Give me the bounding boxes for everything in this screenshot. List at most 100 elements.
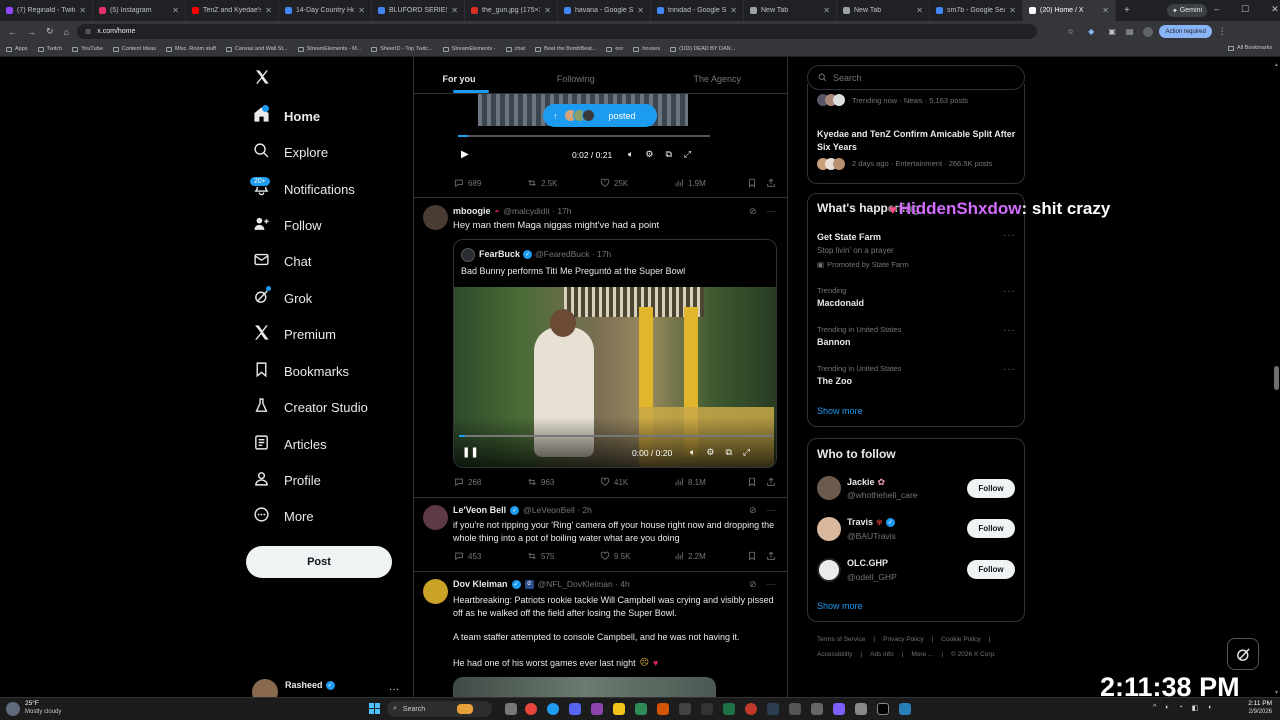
footer-link[interactable]: More ... (911, 651, 933, 658)
bookmark-item[interactable]: YouTube (72, 46, 103, 52)
close-tab-icon[interactable]: ✕ (358, 6, 365, 15)
profile-avatar[interactable] (1143, 26, 1154, 37)
views-button[interactable]: 1.9M (674, 178, 706, 188)
forward-icon[interactable]: → (27, 27, 36, 37)
bookmark-item[interactable]: Apps (6, 46, 28, 52)
app-icon[interactable] (701, 703, 713, 715)
app-icon[interactable] (591, 703, 603, 715)
quote-tweet[interactable]: FearBuck ✓ @FearedBuck · 17h Bad Bunny p… (453, 239, 777, 468)
close-tab-icon[interactable]: ✕ (265, 6, 272, 15)
nav-premium[interactable]: Premium (253, 324, 336, 344)
follow-name-row[interactable]: Jackie ✿ (847, 477, 885, 488)
new-tab-icon[interactable]: + (1124, 5, 1130, 16)
bookmark-item[interactable]: StreamElements - (442, 46, 496, 52)
browser-tab[interactable]: havana - Google Sea...✕ (558, 0, 651, 21)
page-scrollbar-thumb[interactable] (1274, 366, 1279, 390)
browser-tab[interactable]: trinidad - Google Se...✕ (651, 0, 744, 21)
close-tab-icon[interactable]: ✕ (172, 6, 179, 15)
views-button[interactable]: 8.1M (674, 477, 706, 487)
app-icon[interactable] (833, 703, 845, 715)
follow-button[interactable]: Follow (967, 519, 1015, 538)
nav-bookmarks[interactable]: Bookmarks (253, 361, 349, 381)
bookmark-item[interactable]: (103) DEAD BY DAN... (670, 46, 735, 52)
obs-icon[interactable] (745, 703, 757, 715)
trend-more-icon[interactable]: ··· (1003, 230, 1016, 241)
trend-more-icon[interactable]: ··· (1003, 286, 1016, 297)
edge-icon[interactable] (547, 703, 559, 715)
author-handle[interactable]: @malcydidit · 17h (503, 206, 571, 216)
nav-grok[interactable]: Grok (253, 288, 312, 308)
bookmark-item[interactable]: oor (606, 46, 623, 52)
footer-link[interactable]: Ads info (870, 651, 894, 658)
minimize-icon[interactable]: – (1214, 4, 1219, 15)
close-tab-icon[interactable]: ✕ (79, 6, 86, 15)
more-options-icon[interactable]: ··· (767, 206, 776, 217)
network-icon[interactable]: ◔ (1179, 704, 1183, 712)
gemini-button[interactable]: ✦ Gemini (1167, 4, 1207, 17)
reply-button[interactable]: 268 (454, 477, 481, 487)
grok-explain-icon[interactable]: ⊘ (749, 579, 757, 590)
scroll-down-icon[interactable]: ▼ (1274, 690, 1279, 696)
browser-tab[interactable]: (5) Instagram ✕ (93, 0, 186, 21)
app-icon[interactable] (899, 703, 911, 715)
browser-tab[interactable]: (20) Home / X ✕ (1023, 0, 1116, 21)
mute-icon[interactable]: 🔈︎ (690, 447, 695, 458)
sidepanel-icon[interactable]: ▤ (1126, 27, 1134, 36)
bookmark-item[interactable]: chat (505, 46, 525, 52)
share-icon[interactable] (766, 477, 776, 487)
post-button[interactable]: Post (246, 546, 392, 578)
bookmark-post-icon[interactable] (747, 477, 757, 487)
pip-icon[interactable]: ⧉ (725, 447, 731, 458)
video-progress-track[interactable] (459, 435, 773, 437)
excel-icon[interactable] (723, 703, 735, 715)
video-player-2[interactable]: ❚❚ 0:00 / 0:20 🔈︎ ⚙ ⧉ ⤢ (454, 287, 776, 467)
show-more-link[interactable]: Show more (817, 601, 863, 611)
share-icon[interactable] (766, 551, 776, 561)
author-handle[interactable]: @NFL_DovKleiman · 4h (538, 579, 630, 589)
close-tab-icon[interactable]: ✕ (916, 6, 923, 15)
close-icon[interactable]: ✕ (1271, 4, 1279, 15)
chrome-icon[interactable] (525, 703, 537, 715)
like-button[interactable]: 25K (600, 178, 628, 188)
repost-button[interactable]: 575 (527, 551, 554, 561)
mute-icon[interactable]: 🔈︎ (628, 149, 633, 160)
all-bookmarks[interactable]: All Bookmarks (1228, 45, 1272, 51)
app-icon[interactable] (811, 703, 823, 715)
repost-button[interactable]: 963 (527, 477, 554, 487)
trend-more-icon[interactable]: ··· (1003, 364, 1016, 375)
bookmark-item[interactable]: Beat the BombBeat... (535, 46, 596, 52)
author-handle[interactable]: @LeVeonBell · 2h (523, 505, 592, 515)
pause-icon[interactable]: ❚❚ (462, 447, 479, 458)
footer-link[interactable]: Cookie Policy (941, 636, 980, 643)
close-tab-icon[interactable]: ✕ (1102, 6, 1109, 15)
post-media-image[interactable] (453, 677, 716, 697)
app-tray-icon[interactable]: ◧ (1192, 704, 1199, 712)
bookmark-item[interactable]: Misc. Room stuff (166, 46, 216, 52)
app-icon[interactable] (877, 703, 889, 715)
follow-name[interactable]: OLC.GHP (847, 558, 888, 568)
bookmark-item[interactable]: Twitch (37, 46, 62, 52)
author-name[interactable]: mboogie (453, 206, 491, 216)
browser-tab[interactable]: 14-Day Country Hop... ✕ (279, 0, 372, 21)
grok-explain-icon[interactable]: ⊘ (749, 505, 757, 516)
avatar[interactable] (423, 505, 448, 530)
author-name[interactable]: Dov Kleiman (453, 579, 508, 589)
nav-chat[interactable]: Chat (253, 251, 311, 271)
footer-link[interactable]: Terms of Service (817, 636, 865, 643)
fullscreen-icon[interactable]: ⤢ (684, 149, 691, 160)
star-icon[interactable]: ☆ (1067, 27, 1074, 36)
action-required-button[interactable]: Action required (1159, 25, 1212, 38)
trend-title[interactable]: Bannon (817, 337, 851, 347)
trend-title[interactable]: Macdonald (817, 298, 864, 308)
taskbar-search[interactable]: ⌕ Search (387, 701, 492, 717)
avatar[interactable] (423, 205, 448, 230)
nav-more[interactable]: More (253, 506, 314, 526)
app-icon[interactable] (657, 703, 669, 715)
reload-icon[interactable]: ↻ (46, 26, 54, 37)
weather-icon[interactable] (6, 702, 20, 716)
menu-icon[interactable]: ⋮ (1218, 26, 1227, 37)
close-tab-icon[interactable]: ✕ (1009, 6, 1016, 15)
nav-profile[interactable]: Profile (253, 470, 321, 490)
new-posts-pill[interactable]: ↑ posted (543, 104, 657, 127)
tray-chevron-icon[interactable]: ^ (1153, 704, 1156, 712)
